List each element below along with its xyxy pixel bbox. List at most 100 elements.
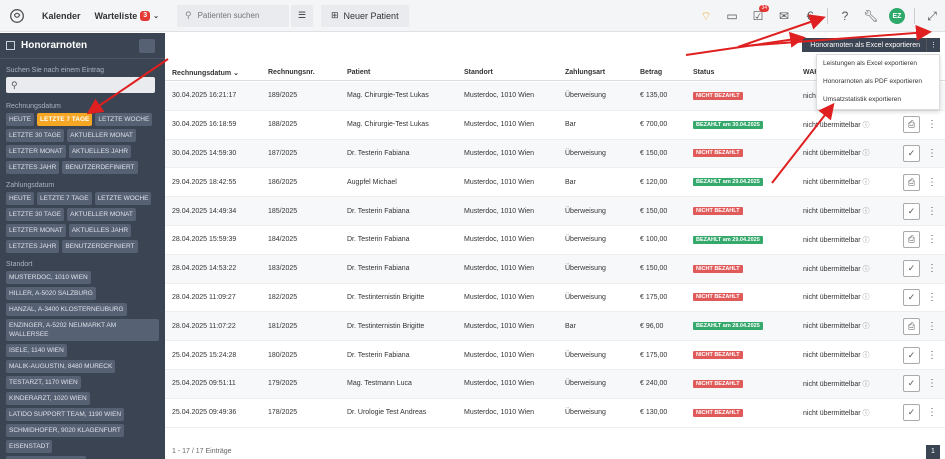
table-row[interactable]: 28.04.2025 14:53:22 183/2025 Dr. Testerin … (165, 254, 945, 284)
menu-item-umsatzstatistik[interactable]: Umsatzstatistik exportieren (817, 91, 939, 109)
page-button[interactable]: 1 (926, 444, 940, 459)
cell-patient[interactable]: Dr. Urologie Test Andreas (347, 409, 426, 416)
mail-icon[interactable]: ✉ (773, 5, 795, 27)
filter-chip[interactable]: AKTUELLES JAHR (68, 145, 132, 158)
cell-patient[interactable]: Mag. Chirurgie-Test Lukas (347, 121, 429, 128)
header-patient[interactable]: Patient (347, 69, 370, 76)
cell-patient[interactable]: Dr. Testerin Fabiana (347, 150, 410, 157)
cell-patient[interactable]: Dr. Testinternistin Brigitte (347, 294, 424, 301)
filter-chip[interactable]: MALIK-AUGUSTIN, 8480 MURECK (6, 360, 116, 373)
row-more-icon[interactable]: ⋮ (927, 206, 937, 217)
filter-chip[interactable]: AKTUELLER MONAT (67, 208, 136, 221)
euro-icon[interactable]: € (799, 5, 821, 27)
row-more-icon[interactable]: ⋮ (927, 292, 937, 303)
menu-item-honorarnoten-pdf[interactable]: Honorarnoten als PDF exportieren (817, 73, 939, 91)
filter-chip[interactable]: LETZTES JAHR (6, 161, 60, 174)
filter-chip[interactable]: HILLER, A-5020 SALZBURG (6, 287, 96, 300)
print-button[interactable]: ⎙ (903, 317, 920, 335)
filter-chip[interactable]: BENUTZERDEFINIERT (62, 240, 138, 253)
filter-chip[interactable]: EISENSTADT (6, 440, 53, 453)
row-more-icon[interactable]: ⋮ (927, 263, 937, 274)
header-status[interactable]: Status (693, 69, 714, 76)
mark-paid-button[interactable]: ✓ (903, 202, 920, 220)
table-row[interactable]: 25.04.2025 15:24:28 180/2025 Dr. Testerin … (165, 341, 945, 370)
mark-paid-button[interactable]: ✓ (903, 375, 920, 393)
table-row[interactable]: 28.04.2025 11:09:27 182/2025 Dr. Testinter… (165, 284, 945, 313)
filter-chip[interactable]: KINDERARZT, 1020 WIEN (6, 392, 90, 405)
row-more-icon[interactable]: ⋮ (927, 148, 937, 159)
filter-icon[interactable] (139, 38, 155, 53)
nav-kalender[interactable]: Kalender (42, 11, 81, 21)
patient-search[interactable]: ⚲ (176, 4, 289, 27)
row-more-icon[interactable]: ⋮ (927, 378, 937, 389)
header-betrag[interactable]: Betrag (640, 69, 662, 76)
filter-chip[interactable]: LETZTE 7 TAGE (37, 192, 92, 205)
table-row[interactable]: 30.04.2025 14:59:30 187/2025 Dr. Testerin … (165, 139, 945, 169)
filter-chip[interactable]: SCHMIDHOFER, 9020 KLAGENFURT (6, 424, 124, 437)
wifi-icon[interactable]: ⌔ (695, 5, 717, 27)
expand-icon[interactable]: ⤢ (921, 5, 943, 27)
cell-patient[interactable]: Dr. Testerin Fabiana (347, 265, 410, 272)
filter-chip[interactable]: LATIDO SUPPORT TEAM, 1190 WIEN (6, 408, 125, 421)
table-row[interactable]: 25.04.2025 09:49:36 178/2025 Dr. Urologie … (165, 399, 945, 428)
filter-chip[interactable]: LETZTES JAHR (6, 240, 60, 253)
row-more-icon[interactable]: ⋮ (927, 119, 937, 130)
patient-search-input[interactable] (197, 11, 288, 20)
export-excel-button[interactable]: Honorarnoten als Excel exportieren ⋮ (802, 38, 940, 52)
new-patient-button[interactable]: ⊞ Neuer Patient (320, 4, 409, 27)
filter-chip[interactable]: LETZTE 30 TAGE (6, 129, 65, 142)
cell-patient[interactable]: Mag. Testmann Luca (347, 380, 412, 387)
print-button[interactable]: ⎙ (903, 173, 920, 191)
filter-chip[interactable]: LETZTER MONAT (6, 145, 66, 158)
row-more-icon[interactable]: ⋮ (927, 350, 937, 361)
table-row[interactable]: 28.04.2025 11:07:22 181/2025 Dr. Testinter… (165, 312, 945, 342)
cell-patient[interactable]: Dr. Testerin Fabiana (347, 236, 410, 243)
filter-chip[interactable]: LETZTE 7 TAGE (37, 113, 93, 126)
table-row[interactable]: 25.04.2025 09:51:11 179/2025 Mag. Testmann… (165, 369, 945, 399)
mark-paid-button[interactable]: ✓ (903, 144, 920, 162)
filter-chip[interactable]: TESTARZT, 1170 WIEN (6, 376, 81, 389)
nav-warteliste[interactable]: Warteliste 3 ⌄ (95, 10, 159, 21)
entry-search-input[interactable]: ⚲ (6, 77, 155, 93)
filter-chip[interactable]: HANZAL, A-3400 KLOSTERNEUBURG (6, 303, 127, 316)
menu-item-leistungen-excel[interactable]: Leistungen als Excel exportieren (817, 55, 939, 73)
cell-patient[interactable]: Dr. Testinternistin Brigitte (347, 323, 424, 330)
filter-chip[interactable]: HEUTE (6, 113, 35, 126)
help-icon[interactable]: ? (834, 5, 856, 27)
print-button[interactable]: ⎙ (903, 231, 920, 249)
mark-paid-button[interactable]: ✓ (903, 404, 920, 422)
collapse-sidebar-icon[interactable] (6, 41, 15, 50)
filter-chip[interactable]: LETZTE WOCHE (95, 113, 153, 126)
filter-chip[interactable]: HEUTE (6, 192, 35, 205)
header-zahlungsart[interactable]: Zahlungsart (565, 69, 605, 76)
filter-chip[interactable]: MUSTERDOC, 1010 WIEN (6, 271, 91, 284)
table-row[interactable]: 28.04.2025 15:59:39 184/2025 Dr. Testerin … (165, 226, 945, 255)
filter-chip[interactable]: LETZTE WOCHE (94, 192, 152, 205)
app-logo[interactable] (0, 0, 34, 32)
table-row[interactable]: 29.04.2025 18:42:55 186/2025 Augpfel Micha… (165, 168, 945, 198)
video-icon[interactable]: ▭ (721, 5, 743, 27)
mark-paid-button[interactable]: ✓ (903, 346, 920, 364)
header-rechnungsdatum[interactable]: Rechnungsdatum ⌄ (172, 69, 239, 77)
filter-chip[interactable]: ISELE, 1140 WIEN (6, 344, 67, 357)
cell-patient[interactable]: Mag. Chirurgie-Test Lukas (347, 92, 429, 99)
mark-paid-button[interactable]: ✓ (903, 288, 920, 306)
cell-patient[interactable]: Dr. Testerin Fabiana (347, 352, 410, 359)
print-button[interactable]: ⎙ (903, 116, 920, 134)
filter-chip[interactable]: AKTUELLES JAHR (68, 224, 132, 237)
more-options-icon[interactable]: ⋮ (926, 38, 940, 52)
filter-chip[interactable]: BENUTZERDEFINIERT (62, 161, 138, 174)
row-more-icon[interactable]: ⋮ (927, 407, 937, 418)
cell-patient[interactable]: Dr. Testerin Fabiana (347, 208, 410, 215)
checklist-icon[interactable]: ☑ 34 (747, 5, 769, 27)
list-view-button[interactable]: ☰ (290, 4, 313, 27)
user-avatar[interactable]: EZ (886, 5, 908, 27)
header-rechnungsnr[interactable]: Rechnungsnr. (268, 69, 315, 76)
wrench-icon[interactable]: 🔧︎ (860, 5, 882, 27)
table-row[interactable]: 29.04.2025 14:49:34 185/2025 Dr. Testerin … (165, 197, 945, 226)
row-more-icon[interactable]: ⋮ (927, 321, 937, 332)
filter-chip[interactable]: LETZTER MONAT (6, 224, 66, 237)
header-standort[interactable]: Standort (464, 69, 493, 76)
row-more-icon[interactable]: ⋮ (927, 177, 937, 188)
row-more-icon[interactable]: ⋮ (927, 234, 937, 245)
